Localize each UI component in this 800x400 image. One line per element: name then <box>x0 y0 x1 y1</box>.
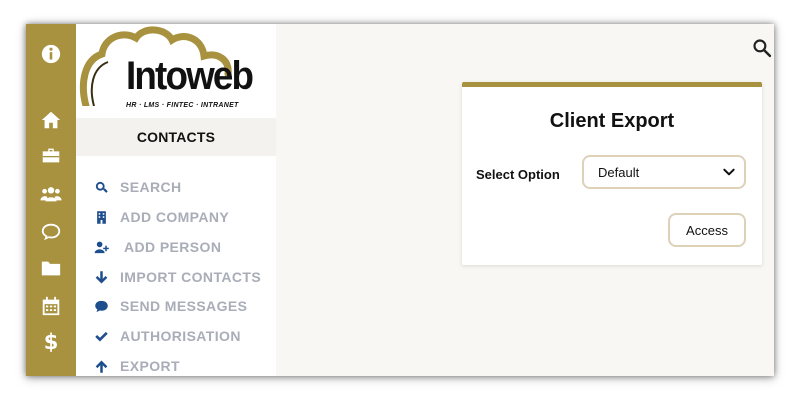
search-icon <box>92 178 110 196</box>
home-icon[interactable] <box>39 108 63 132</box>
chat-icon[interactable] <box>39 220 63 244</box>
brand-logo: Intoweb HR · LMS · FINTEC · INTRANET <box>76 24 276 118</box>
section-header: CONTACTS <box>76 118 276 156</box>
dollar-icon[interactable]: $ <box>39 330 63 354</box>
access-button[interactable]: Access <box>668 213 746 247</box>
select-option-dropdown[interactable]: Default <box>582 155 746 189</box>
select-value: Default <box>598 164 640 180</box>
speech-bubble-icon <box>92 297 110 315</box>
calendar-icon[interactable] <box>39 294 63 318</box>
briefcase-icon[interactable] <box>39 144 63 168</box>
folder-icon[interactable] <box>39 256 63 280</box>
brand-tagline: HR · LMS · FINTEC · INTRANET <box>126 102 239 109</box>
nav-item-add-person[interactable]: ADD PERSON <box>92 235 221 259</box>
nav-item-send-messages[interactable]: SEND MESSAGES <box>92 294 247 318</box>
checkmark-icon <box>92 327 110 345</box>
arrow-down-icon <box>92 268 110 286</box>
select-option-label: Select Option <box>476 167 560 182</box>
brand-wordmark: Intoweb <box>126 54 254 98</box>
info-icon[interactable] <box>39 42 63 66</box>
nav-item-import-contacts[interactable]: IMPORT CONTACTS <box>92 265 261 289</box>
contacts-nav: Intoweb HR · LMS · FINTEC · INTRANET CON… <box>76 24 276 376</box>
section-title: CONTACTS <box>136 129 216 145</box>
card-title: Client Export <box>549 110 675 132</box>
global-search-icon[interactable] <box>752 38 772 58</box>
arrow-up-icon <box>92 357 110 375</box>
nav-item-authorisation[interactable]: AUTHORISATION <box>92 324 241 348</box>
client-export-card: Client Export Select Option Default Acce… <box>462 82 762 265</box>
chevron-down-icon <box>723 168 735 176</box>
app-window: $ Intoweb HR · LMS · FINTEC · INTRANET C… <box>26 24 774 376</box>
nav-item-add-company[interactable]: ADD COMPANY <box>92 205 229 229</box>
building-icon <box>92 208 110 226</box>
user-plus-icon <box>92 238 110 256</box>
users-icon[interactable] <box>39 182 63 206</box>
icon-rail: $ <box>26 24 76 376</box>
nav-item-search[interactable]: SEARCH <box>92 175 182 199</box>
nav-item-export[interactable]: EXPORT <box>92 354 180 376</box>
